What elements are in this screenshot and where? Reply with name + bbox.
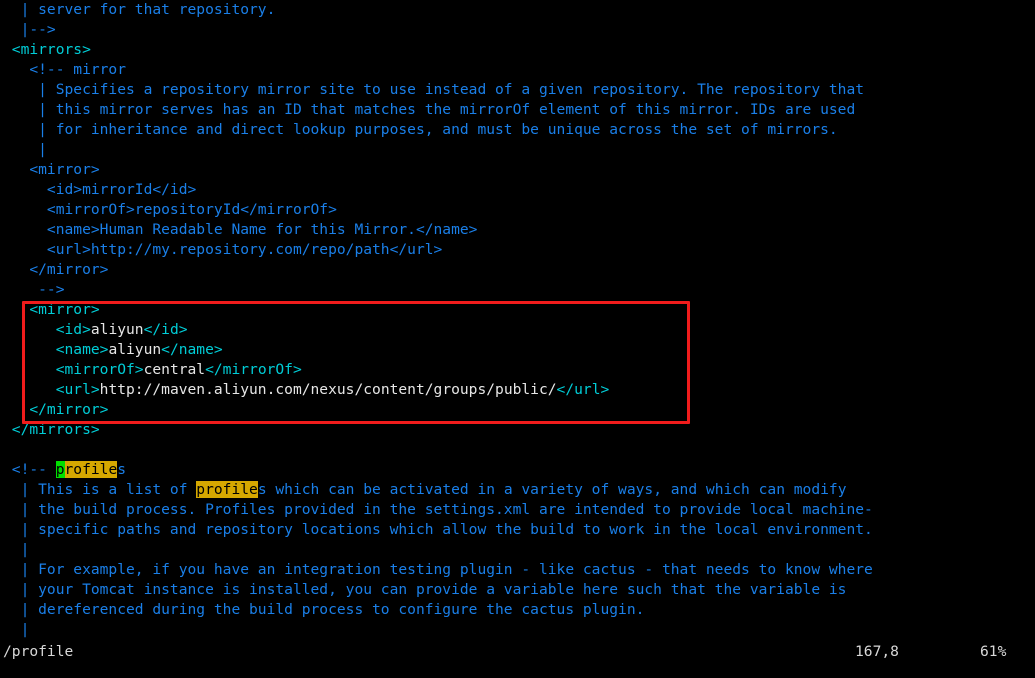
status-cursor-position: 167,8	[855, 643, 899, 660]
code-line[interactable]: <url>http://maven.aliyun.com/nexus/conte…	[0, 380, 1035, 400]
text-cursor: p	[55, 461, 65, 478]
code-line[interactable]: |	[0, 140, 1035, 160]
terminal-window: | server for that repository. |--> <mirr…	[0, 0, 1035, 678]
xml-comment-text: | server for that repository.	[3, 1, 276, 18]
code-line[interactable]: <mirrors>	[0, 40, 1035, 60]
xml-comment-text: | for inheritance and direct lookup purp…	[3, 121, 838, 138]
xml-open-tag: <id>	[55, 321, 91, 338]
xml-close-tag: </mirrorOf>	[205, 361, 302, 378]
code-line[interactable]: </mirrors>	[0, 420, 1035, 440]
xml-close-tag: </url>	[556, 381, 610, 398]
code-line[interactable]: <id>mirrorId</id>	[0, 180, 1035, 200]
xml-comment-text: <name>Human Readable Name for this Mirro…	[3, 221, 478, 238]
xml-comment-text: |	[3, 141, 47, 158]
xml-comment-text: </mirror>	[3, 261, 109, 278]
code-line[interactable]: -->	[0, 280, 1035, 300]
xml-comment-text: <!--	[3, 461, 56, 478]
xml-element-value: aliyun	[108, 341, 162, 358]
xml-element-value: central	[143, 361, 206, 378]
code-line[interactable]: | this mirror serves has an ID that matc…	[0, 100, 1035, 120]
code-line[interactable]: | specific paths and repository location…	[0, 520, 1035, 540]
status-scroll-percent: 61%	[980, 643, 1007, 660]
xml-comment-text: s	[117, 461, 127, 478]
xml-comment-text: | This is a list of	[3, 481, 197, 498]
code-line[interactable]: <name>Human Readable Name for this Mirro…	[0, 220, 1035, 240]
xml-comment-text: |	[3, 541, 30, 558]
status-filename: /profile	[3, 643, 74, 660]
xml-close-tag: </id>	[143, 321, 188, 338]
xml-comment-text: |-->	[3, 21, 56, 38]
vim-status-line: /profile 167,8 61%	[0, 642, 1035, 678]
xml-element-value: http://maven.aliyun.com/nexus/content/gr…	[99, 381, 557, 398]
search-match-highlight: profile	[196, 481, 258, 498]
code-line[interactable]: <!-- profiles	[0, 460, 1035, 480]
xml-comment-text: | this mirror serves has an ID that matc…	[3, 101, 856, 118]
code-line[interactable]: | for inheritance and direct lookup purp…	[0, 120, 1035, 140]
code-line[interactable]: <mirrorOf>central</mirrorOf>	[0, 360, 1035, 380]
xml-comment-text: | Specifies a repository mirror site to …	[3, 81, 865, 98]
code-line[interactable]: <mirrorOf>repositoryId</mirrorOf>	[0, 200, 1035, 220]
search-match-highlight: rofile	[64, 461, 118, 478]
code-line[interactable]	[0, 440, 1035, 460]
code-line[interactable]: | dereferenced during the build process …	[0, 600, 1035, 620]
code-line[interactable]: |	[0, 620, 1035, 640]
xml-comment-text: | For example, if you have an integratio…	[3, 561, 873, 578]
code-line[interactable]: | server for that repository.	[0, 0, 1035, 20]
xml-comment-text: <mirror>	[3, 161, 100, 178]
xml-close-tag: </name>	[161, 341, 223, 358]
code-line[interactable]: | your Tomcat instance is installed, you…	[0, 580, 1035, 600]
code-line[interactable]: <mirror>	[0, 300, 1035, 320]
code-line[interactable]: | Specifies a repository mirror site to …	[0, 80, 1035, 100]
code-line[interactable]: <name>aliyun</name>	[0, 340, 1035, 360]
code-line[interactable]: | This is a list of profiles which can b…	[0, 480, 1035, 500]
code-line[interactable]: <!-- mirror	[0, 60, 1035, 80]
xml-element-value: aliyun	[90, 321, 144, 338]
code-line[interactable]: |	[0, 540, 1035, 560]
xml-comment-text: | the build process. Profiles provided i…	[3, 501, 873, 518]
xml-comment-text: <id>mirrorId</id>	[3, 181, 197, 198]
xml-comment-text: <mirrorOf>repositoryId</mirrorOf>	[3, 201, 337, 218]
code-line[interactable]: </mirror>	[0, 400, 1035, 420]
xml-comment-text: -->	[3, 281, 65, 298]
xml-tag: </mirrors>	[3, 421, 100, 438]
code-line[interactable]: <url>http://my.repository.com/repo/path<…	[0, 240, 1035, 260]
vim-text-buffer[interactable]: | server for that repository. |--> <mirr…	[0, 0, 1035, 642]
xml-comment-text: | your Tomcat instance is installed, you…	[3, 581, 847, 598]
xml-tag: <mirror>	[29, 301, 100, 318]
xml-comment-text: | dereferenced during the build process …	[3, 601, 645, 618]
xml-comment-text: |	[3, 621, 30, 638]
code-line[interactable]: <id>aliyun</id>	[0, 320, 1035, 340]
xml-comment-text: <url>http://my.repository.com/repo/path<…	[3, 241, 443, 258]
code-line[interactable]: |-->	[0, 20, 1035, 40]
xml-comment-text: s which can be activated in a variety of…	[257, 481, 847, 498]
xml-comment-text: <!-- mirror	[3, 61, 127, 78]
xml-comment-text: | specific paths and repository location…	[3, 521, 873, 538]
xml-open-tag: <url>	[55, 381, 100, 398]
code-line[interactable]: </mirror>	[0, 260, 1035, 280]
code-line[interactable]: | For example, if you have an integratio…	[0, 560, 1035, 580]
xml-open-tag: <name>	[55, 341, 109, 358]
xml-tag: <mirrors>	[3, 41, 91, 58]
xml-open-tag: <mirrorOf>	[55, 361, 144, 378]
xml-tag: </mirror>	[29, 401, 109, 418]
code-line[interactable]: <mirror>	[0, 160, 1035, 180]
code-line[interactable]: | the build process. Profiles provided i…	[0, 500, 1035, 520]
